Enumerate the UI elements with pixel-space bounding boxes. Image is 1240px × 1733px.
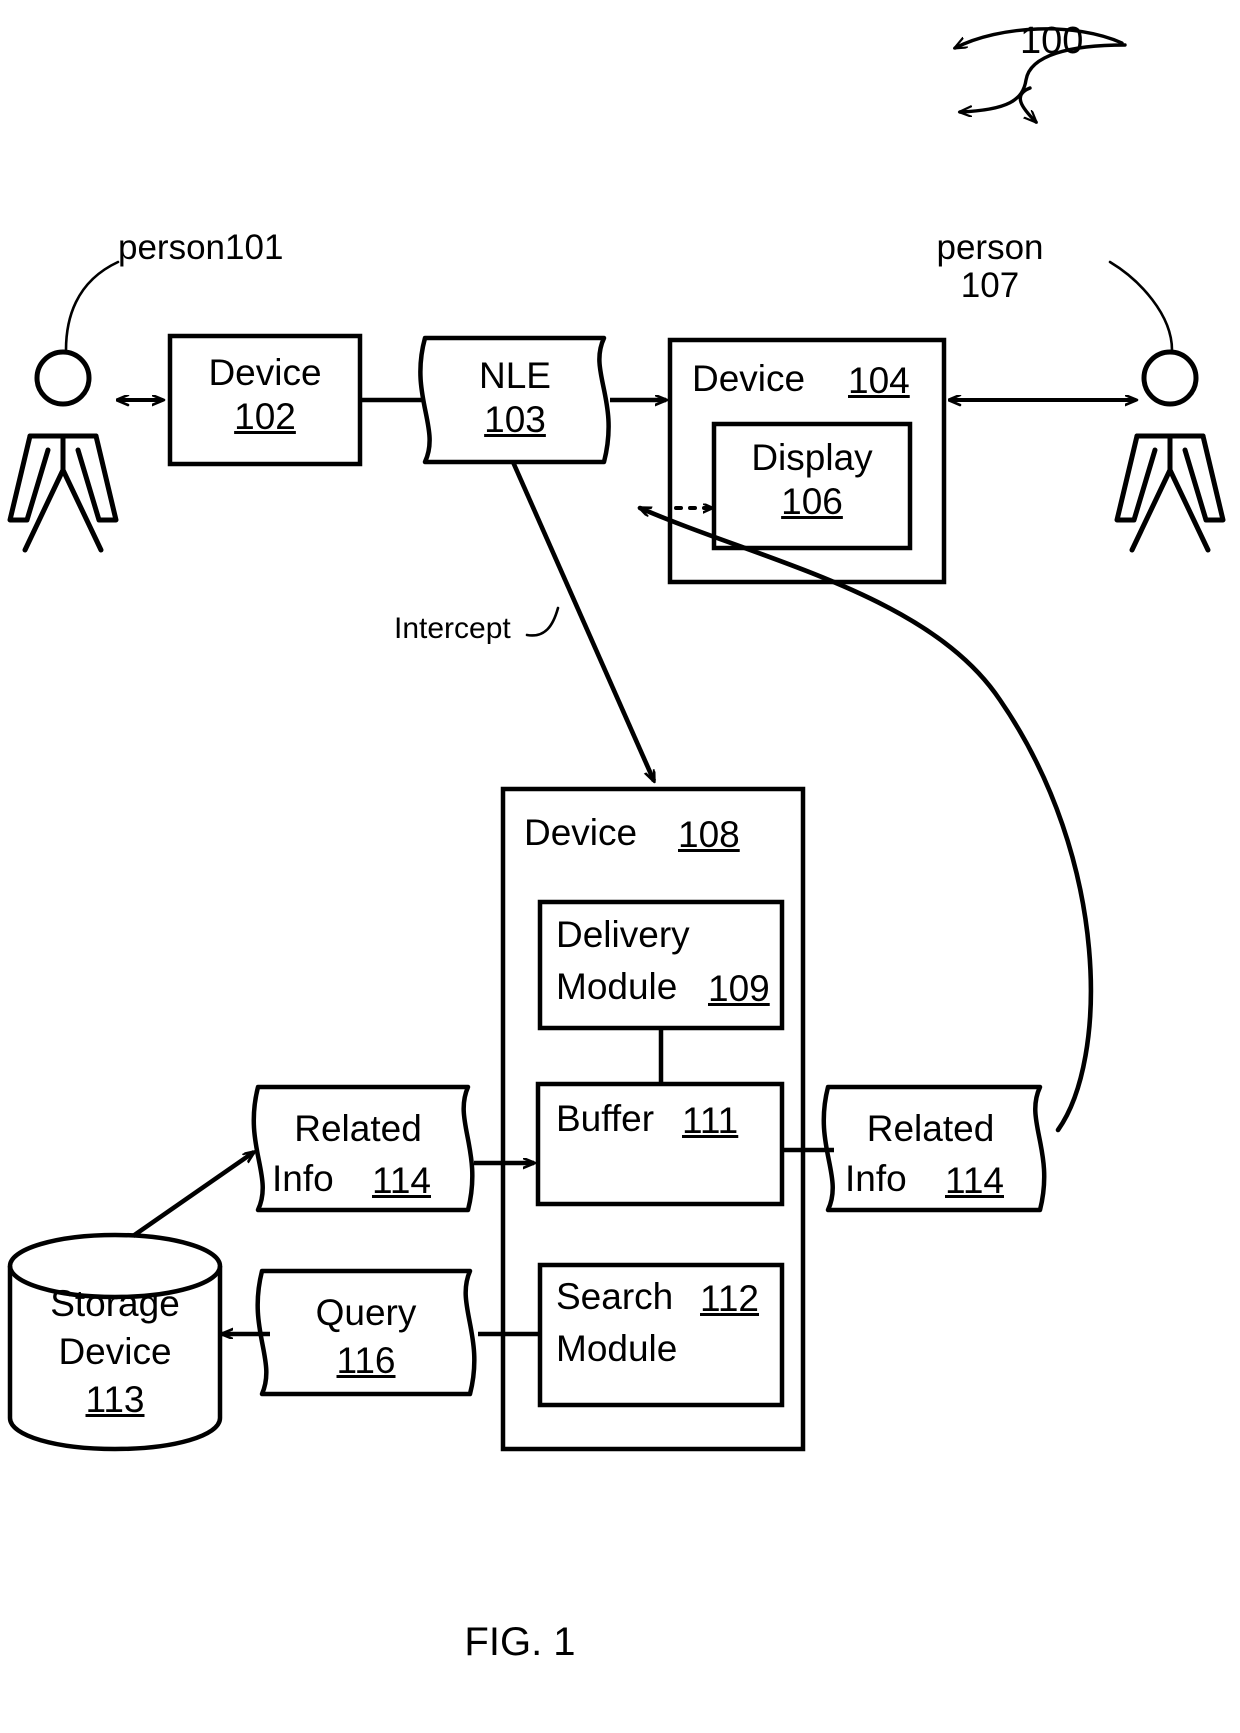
buffer-111-ref: 111 [682,1100,739,1141]
nle-103-title: NLE [479,355,551,396]
search-module-112-title-line1: Search [556,1276,674,1317]
search-module-112-title-line2: Module [556,1328,678,1369]
query-116-ref: 116 [336,1340,396,1381]
device-108-title: Device [524,812,638,853]
nle-103-ref: 103 [484,399,546,440]
related-info-114-left-ref: 114 [372,1160,431,1201]
storage-device-113-ref: 113 [85,1379,145,1420]
person-107-label-line2: 107 [960,266,1020,305]
intercept-label: Intercept [394,612,511,645]
query-116-title: Query [315,1292,417,1333]
device-102-title: Device [208,352,322,393]
device-102-ref: 102 [234,396,296,437]
search-module-112-ref: 112 [700,1278,759,1319]
related-info-114-left-title-line1: Related [294,1108,422,1149]
related-info-114-left-title-line2: Info [272,1158,334,1199]
related-info-114-right-title-line2: Info [845,1158,907,1199]
person-101-figure [7,349,119,553]
device-104-ref: 104 [848,360,910,401]
figure-caption: FIG. 1 [464,1620,576,1664]
delivery-module-109-ref: 109 [708,968,770,1009]
person-101-leader [64,260,120,352]
storage-device-113-title-line1: Storage [50,1283,180,1324]
person-107-label-line1: person [936,228,1044,267]
related-info-114-right-title-line1: Related [866,1108,995,1149]
display-106-title: Display [751,437,873,478]
edge-storage113-to-relatedinfo-left [131,1152,254,1238]
person-101-label: person101 [118,228,284,267]
person-107-leader [1108,260,1174,352]
device-104-title: Device [692,358,806,399]
related-info-114-right-ref: 114 [945,1160,1004,1201]
system-ref-100: 100 [1020,20,1084,62]
patent-figure: person101 person 107 100 Device 102 NLE … [0,0,1240,1733]
storage-device-113-title-line2: Device [58,1331,172,1372]
device-108-ref: 108 [678,814,740,855]
display-106-ref: 106 [781,481,843,522]
person-107-figure [1114,349,1226,553]
delivery-module-109-title-line1: Delivery [556,914,690,955]
